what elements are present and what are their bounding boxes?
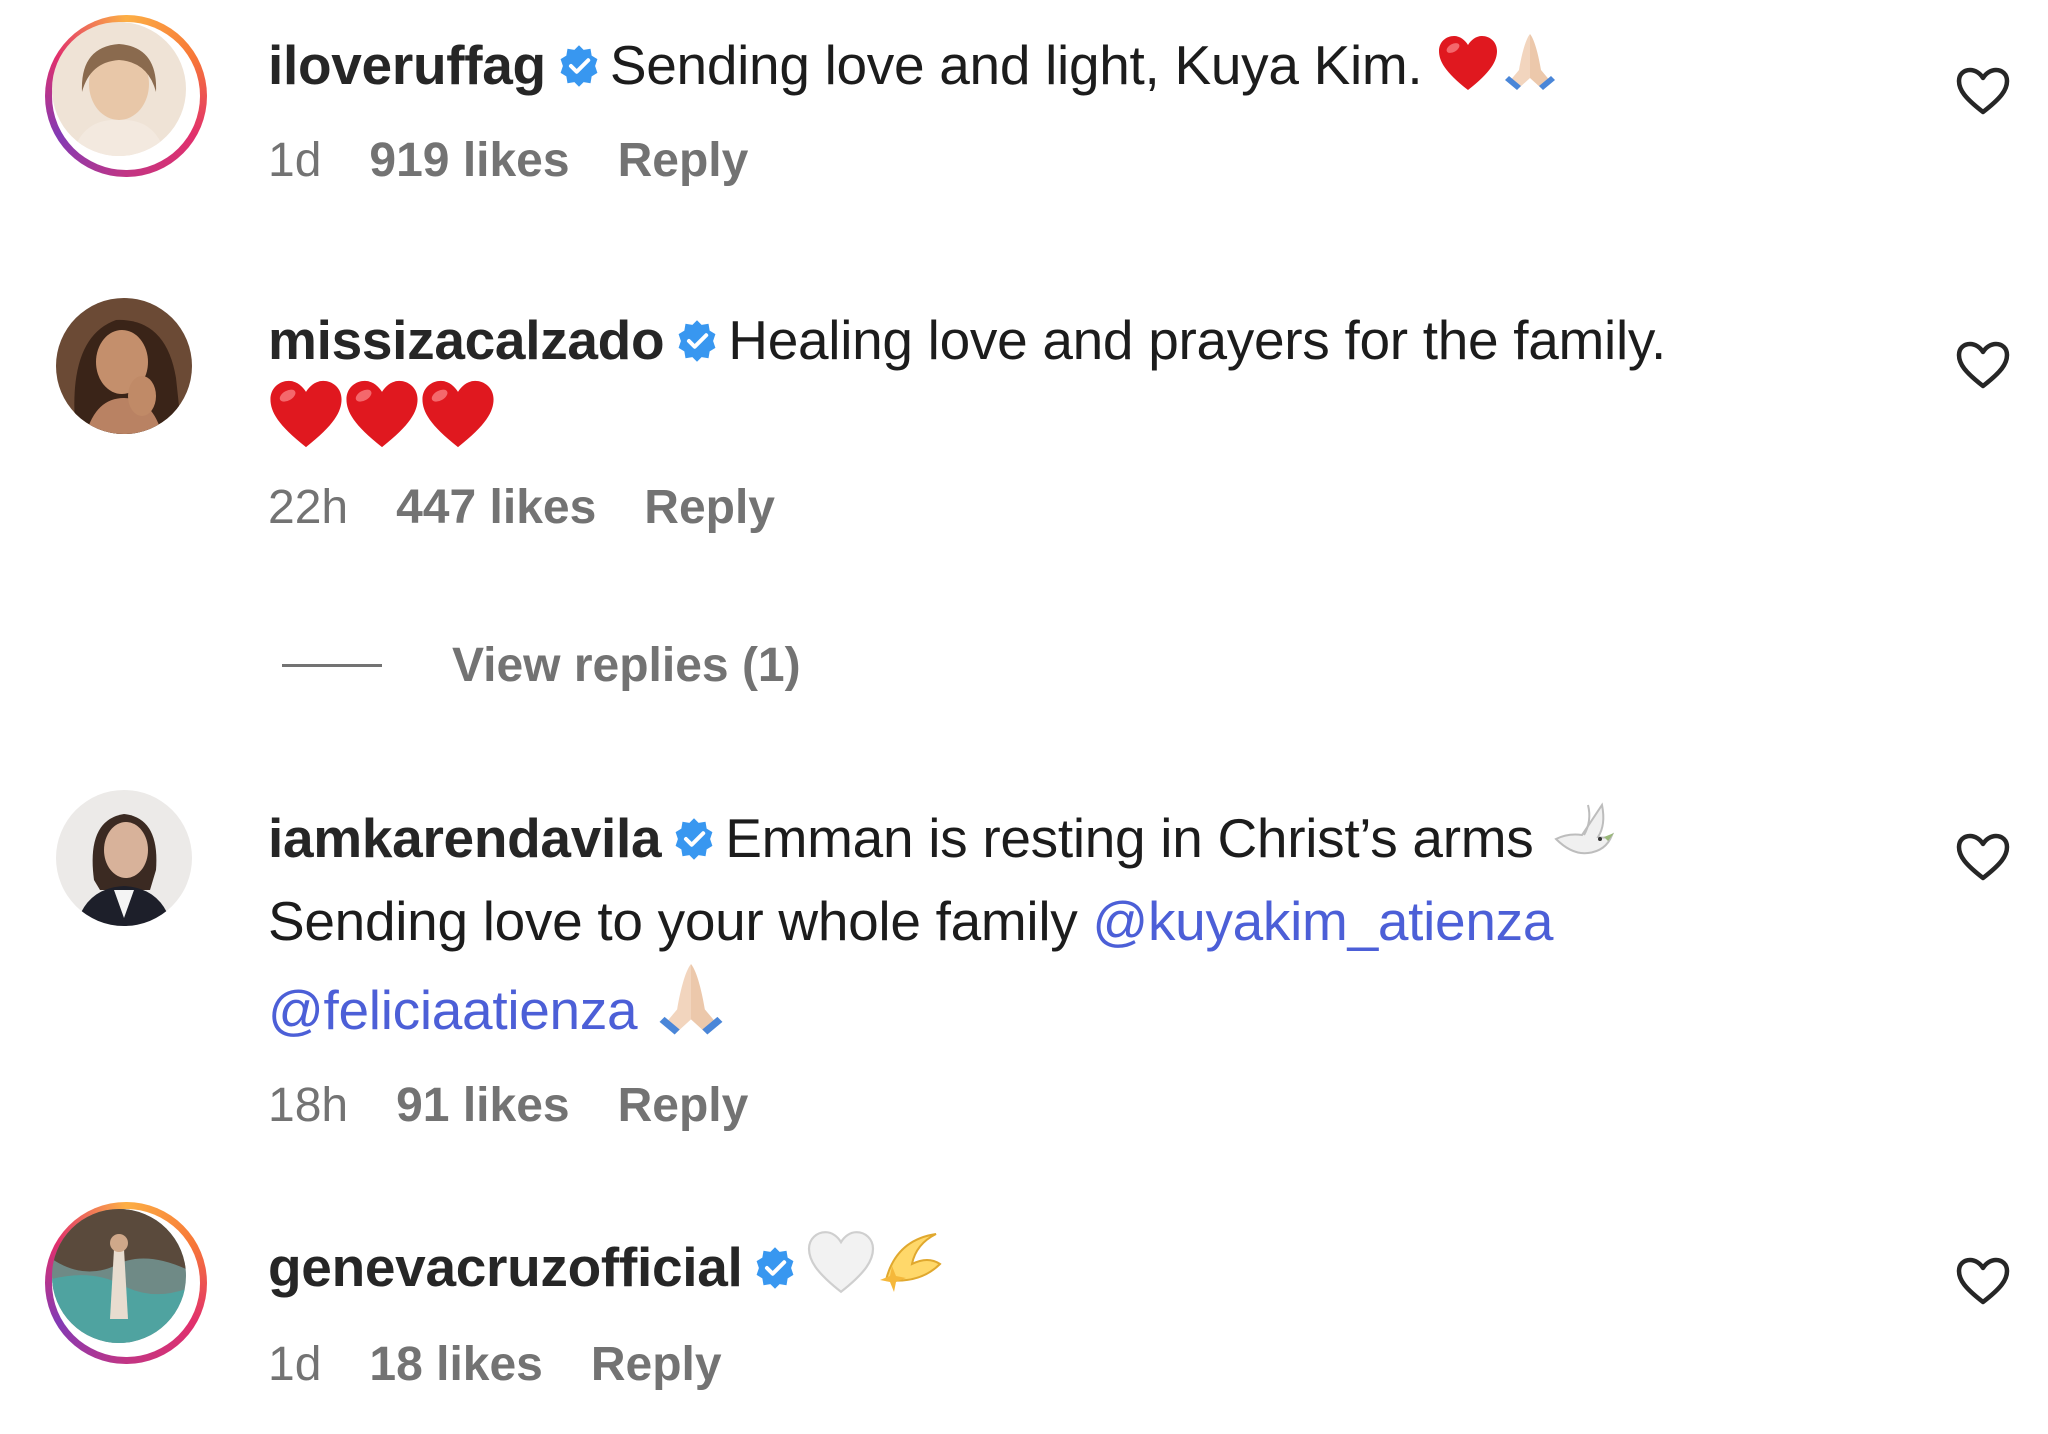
reply-button[interactable]: Reply (618, 1079, 749, 1132)
dizzy-emoji (876, 1220, 950, 1313)
avatar[interactable] (45, 1202, 207, 1364)
like-heart-icon[interactable] (1955, 1256, 2011, 1306)
verified-badge-icon (757, 1247, 794, 1289)
like-heart-icon[interactable] (1955, 340, 2011, 390)
comment-text: Sending love to your whole family (268, 890, 1078, 952)
comment-time: 1d (268, 1338, 322, 1391)
mention-link[interactable]: @kuyakim_atienza (1092, 890, 1553, 952)
reply-button[interactable]: Reply (618, 134, 749, 187)
white-heart-emoji (806, 1230, 876, 1313)
folded-hands-emoji (652, 959, 730, 1056)
comment-username[interactable]: iamkarendavila (268, 807, 662, 869)
reply-button[interactable]: Reply (644, 481, 775, 534)
comment-text: Healing love and prayers for the family. (728, 309, 1666, 371)
verified-badge-icon (560, 45, 598, 87)
comment-username[interactable]: iloveruffag (268, 34, 546, 96)
avatar[interactable] (45, 15, 207, 177)
comment-time: 18h (268, 1079, 349, 1132)
avatar[interactable] (56, 790, 192, 926)
red-heart-emoji (1437, 34, 1499, 111)
likes-count[interactable]: 919 likes (369, 134, 569, 187)
view-replies-label[interactable]: View replies (1) (452, 638, 801, 693)
like-heart-icon[interactable] (1955, 66, 2011, 116)
likes-count[interactable]: 91 likes (396, 1079, 569, 1132)
comment-username[interactable]: genevacruzofficial (268, 1236, 743, 1298)
comment-time: 22h (268, 481, 349, 534)
mention-link[interactable]: @feliciaatienza (268, 979, 638, 1041)
comment-text: Sending love and light, Kuya Kim. (609, 34, 1423, 96)
verified-badge-icon (678, 320, 716, 362)
view-replies-button[interactable]: View replies (1) (282, 630, 801, 700)
red-heart-emoji (420, 378, 496, 469)
red-heart-emoji (268, 378, 344, 469)
replies-divider (282, 663, 382, 667)
folded-hands-emoji (1499, 30, 1561, 111)
comment-username[interactable]: missizacalzado (268, 309, 665, 371)
comment-time: 1d (268, 134, 322, 187)
avatar[interactable] (56, 298, 192, 434)
verified-badge-icon (675, 818, 713, 860)
like-heart-icon[interactable] (1955, 832, 2011, 882)
dove-emoji (1548, 795, 1618, 884)
red-heart-emoji (344, 378, 420, 469)
likes-count[interactable]: 18 likes (369, 1338, 542, 1391)
reply-button[interactable]: Reply (591, 1338, 722, 1391)
comment-text: Emman is resting in Christ’s arms (725, 807, 1534, 869)
likes-count[interactable]: 447 likes (396, 481, 596, 534)
